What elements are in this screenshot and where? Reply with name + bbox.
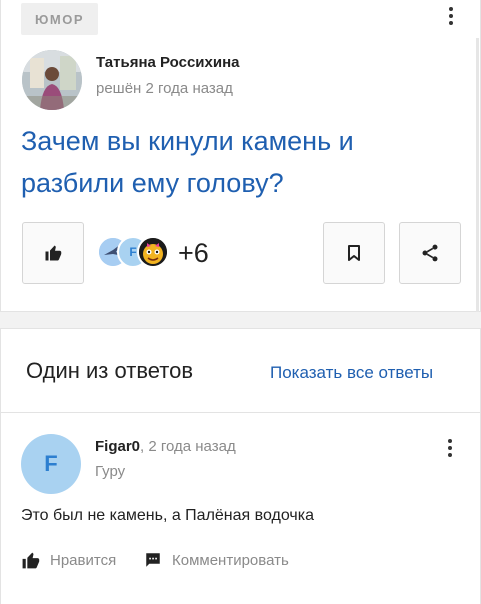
- answer-text: Это был не камень, а Палёная водочка: [21, 507, 314, 524]
- share-icon: [422, 244, 438, 262]
- author-photo-icon: [22, 50, 82, 110]
- thumbs-up-icon: [22, 552, 40, 568]
- answer-like-label: Нравится: [50, 551, 117, 569]
- question-more-icon[interactable]: [439, 2, 463, 30]
- answer-author-rank: Гуру: [95, 463, 126, 480]
- likes-extra-count[interactable]: +6: [178, 238, 209, 269]
- answer-like-button[interactable]: Нравится: [21, 549, 116, 571]
- show-all-answers-link[interactable]: Показать все ответы: [270, 363, 433, 383]
- like-button[interactable]: [22, 222, 84, 284]
- author-avatar[interactable]: [22, 50, 82, 110]
- answer-author-row: Figar0, 2 года назад: [95, 438, 236, 455]
- likers-avatars[interactable]: F: [97, 236, 177, 270]
- answer-more-icon[interactable]: [438, 434, 462, 462]
- answer-comment-label: Комментировать: [172, 551, 289, 569]
- answers-separator: [0, 412, 481, 413]
- liker-avatar: [137, 236, 169, 268]
- answer-comment-button[interactable]: Комментировать: [144, 549, 289, 571]
- answer-author-name[interactable]: Figar0: [95, 438, 140, 455]
- answer-time: , 2 года назад: [140, 438, 236, 455]
- answers-section-title: Один из ответов: [26, 358, 194, 383]
- category-tag[interactable]: ЮМОР: [21, 3, 99, 35]
- question-title[interactable]: Зачем вы кинули камень и разбили ему гол…: [21, 120, 461, 204]
- answer-author-avatar[interactable]: F: [21, 434, 81, 494]
- thumbs-up-icon: [45, 245, 62, 261]
- section-divider: [0, 312, 481, 328]
- comment-icon: [146, 553, 160, 567]
- bookmark-button[interactable]: [323, 222, 385, 284]
- question-status: решён 2 года назад: [96, 80, 233, 97]
- bookmark-icon: [348, 245, 360, 261]
- share-button[interactable]: [399, 222, 461, 284]
- question-card: ЮМОР Татьяна Россихина решён 2 года наза…: [0, 0, 481, 312]
- cartoon-face-icon: [139, 238, 167, 266]
- author-name[interactable]: Татьяна Россихина: [96, 54, 240, 71]
- scrollbar[interactable]: [476, 38, 479, 318]
